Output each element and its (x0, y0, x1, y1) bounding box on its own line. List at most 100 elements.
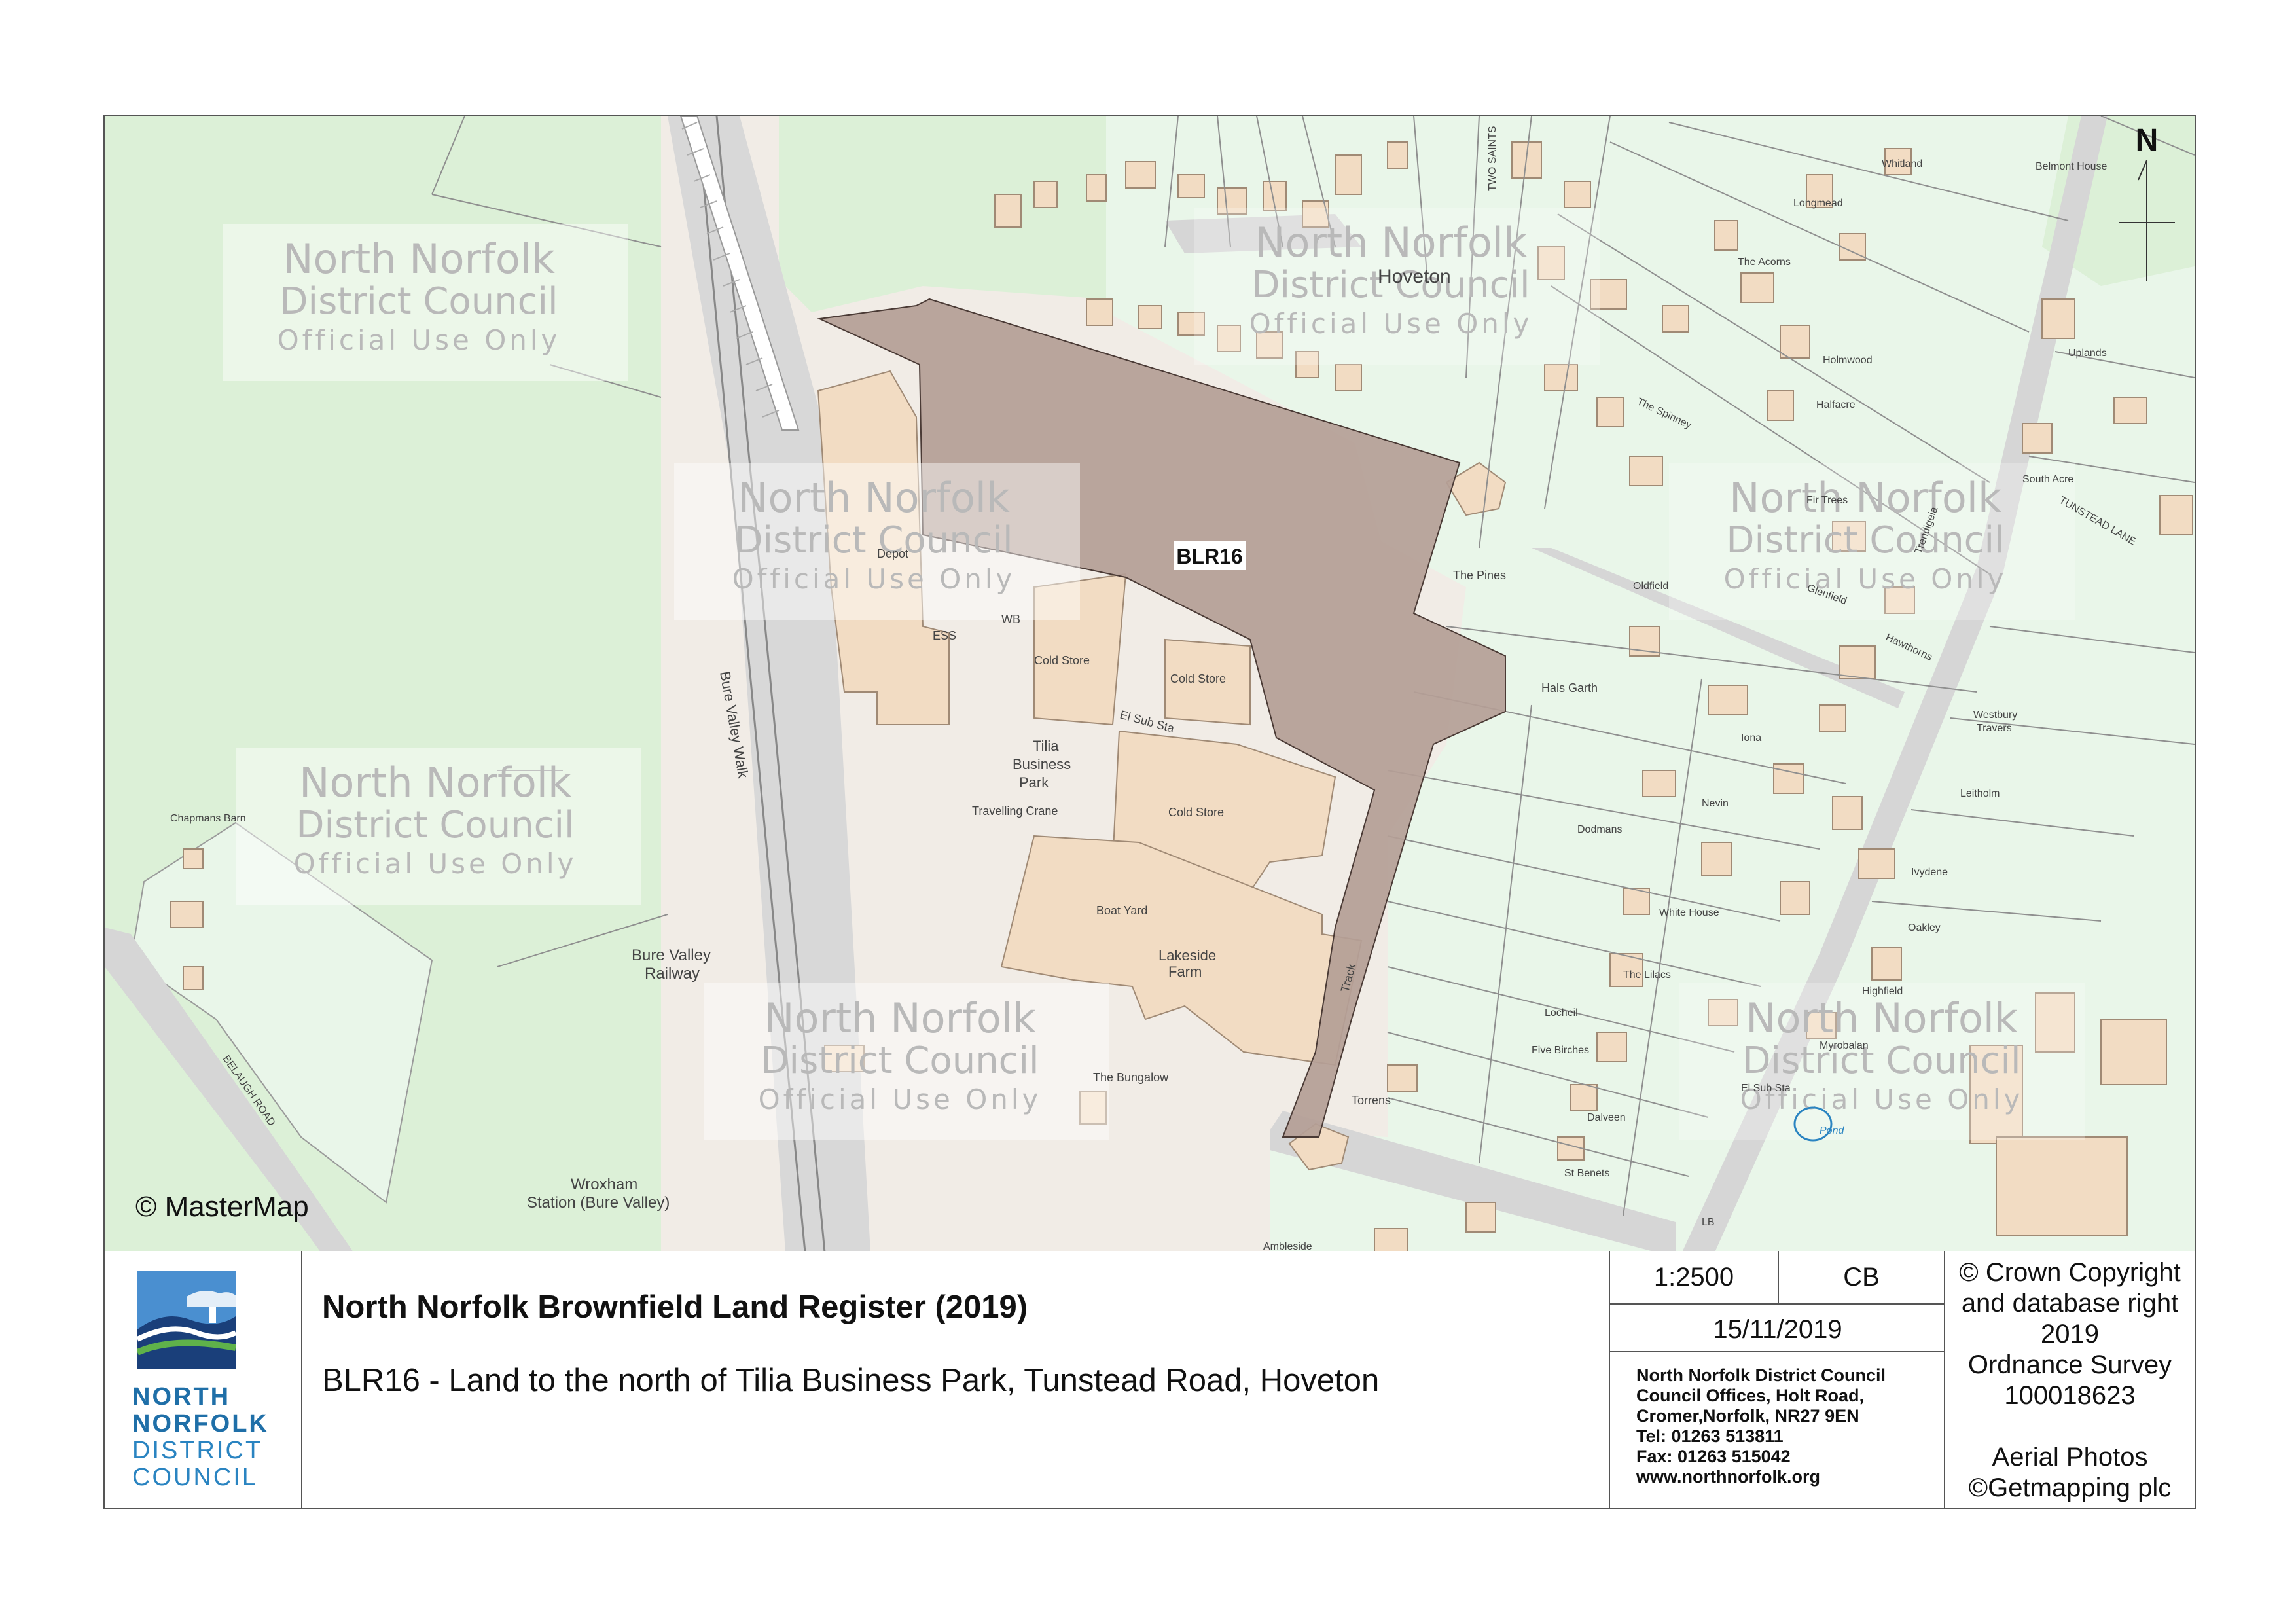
svg-text:District Council: District Council (279, 280, 558, 323)
svg-text:Travers: Travers (1977, 723, 2012, 734)
svg-text:Dodmans: Dodmans (1577, 824, 1622, 835)
svg-text:District Council: District Council (1726, 519, 2004, 562)
svg-text:North Norfolk: North Norfolk (1729, 474, 2001, 522)
svg-text:The Acorns: The Acorns (1738, 257, 1791, 268)
svg-text:Track: Track (1338, 962, 1359, 994)
svg-text:Pond: Pond (1820, 1125, 1844, 1136)
copyright-text: © Crown Copyright and database right 201… (1959, 1258, 2181, 1502)
north-arrow-icon: N (2119, 123, 2175, 281)
svg-text:Oldfield: Oldfield (1633, 581, 1668, 592)
site-label: BLR16 (1176, 545, 1242, 568)
svg-text:North Norfolk: North Norfolk (764, 994, 1036, 1042)
watermark-3: North Norfolk District Council Official … (294, 759, 577, 880)
svg-text:Uplands: Uplands (2068, 348, 2107, 359)
svg-text:Business: Business (1013, 756, 1071, 772)
copyright-cell: © Crown Copyright and database right 201… (1945, 1251, 2195, 1508)
svg-text:Hawthorns: Hawthorns (1884, 632, 1934, 663)
logo-text: NORTH NORFOLK DISTRICT COUNCIL (132, 1383, 269, 1491)
svg-text:El Sub Sta: El Sub Sta (1119, 708, 1176, 736)
svg-text:Railway: Railway (645, 965, 700, 983)
svg-text:District Council: District Council (734, 519, 1013, 562)
svg-text:Official Use Only: Official Use Only (278, 324, 561, 356)
map-frame[interactable]: North Norfolk District Council Official … (103, 115, 2196, 1254)
svg-text:Official Use Only: Official Use Only (732, 563, 1016, 595)
svg-text:N: N (2136, 123, 2159, 158)
svg-text:Wroxham: Wroxham (571, 1176, 637, 1193)
svg-text:WB: WB (1001, 613, 1020, 626)
svg-text:Official Use Only: Official Use Only (759, 1083, 1042, 1115)
svg-text:Iona: Iona (1741, 732, 1761, 744)
svg-text:TUNSTEAD LANE: TUNSTEAD LANE (2057, 495, 2138, 548)
svg-text:The Pines: The Pines (1453, 569, 1506, 582)
map-labels: North Norfolk District Council Official … (170, 126, 2138, 1252)
svg-text:Longmead: Longmead (1793, 198, 1843, 209)
svg-text:Belmont House: Belmont House (2036, 161, 2107, 172)
watermark-2: North Norfolk District Council Official … (732, 474, 1016, 595)
svg-text:North Norfolk: North Norfolk (1255, 219, 1527, 266)
svg-text:Highfield: Highfield (1862, 986, 1903, 997)
svg-text:Cold Store: Cold Store (1168, 806, 1224, 819)
svg-text:El Sub Sta: El Sub Sta (1741, 1083, 1791, 1094)
svg-text:Boat Yard: Boat Yard (1096, 904, 1147, 917)
svg-text:Official Use Only: Official Use Only (1724, 563, 2007, 595)
svg-text:Farm: Farm (1168, 964, 1202, 980)
svg-text:Torrens: Torrens (1352, 1094, 1391, 1107)
svg-text:Ivydene: Ivydene (1911, 867, 1948, 878)
svg-text:North Norfolk: North Norfolk (1746, 994, 2018, 1042)
svg-text:ESS: ESS (933, 629, 956, 642)
svg-text:St Benets: St Benets (1564, 1168, 1609, 1179)
council-address: North Norfolk District Council Council O… (1636, 1365, 1886, 1487)
mastermap-credit: © MasterMap (135, 1191, 309, 1223)
svg-text:Official Use Only: Official Use Only (294, 848, 577, 880)
svg-text:Five Birches: Five Birches (1532, 1045, 1589, 1056)
map-date: 15/11/2019 (1713, 1315, 1842, 1344)
map-sheet: North Norfolk District Council Official … (0, 0, 2296, 1624)
svg-text:North Norfolk: North Norfolk (299, 759, 571, 806)
logo-cell: NORTH NORFOLK DISTRICT COUNCIL (105, 1251, 302, 1508)
svg-text:Hals Garth: Hals Garth (1541, 681, 1598, 695)
svg-text:Westbury: Westbury (1973, 710, 2017, 721)
svg-text:The Bungalow: The Bungalow (1093, 1071, 1169, 1084)
watermark-1: North Norfolk District Council Official … (278, 235, 561, 356)
watermark-6: North Norfolk District Council Official … (1724, 474, 2007, 595)
author-initials: CB (1843, 1263, 1880, 1291)
svg-text:Halfacre: Halfacre (1816, 399, 1856, 410)
svg-text:The Spinney: The Spinney (1635, 396, 1693, 431)
svg-text:Depot: Depot (877, 547, 908, 560)
scale-value: 1:2500 (1653, 1263, 1734, 1291)
svg-text:TWO SAINTS: TWO SAINTS (1487, 126, 1498, 191)
svg-text:Oakley: Oakley (1908, 922, 1941, 933)
svg-text:Hoveton: Hoveton (1378, 266, 1451, 287)
svg-text:Lakeside: Lakeside (1158, 947, 1216, 964)
svg-text:Fir Trees: Fir Trees (1806, 495, 1848, 506)
svg-text:Chapmans Barn: Chapmans Barn (170, 813, 246, 824)
document-subtitle: BLR16 - Land to the north of Tilia Busin… (322, 1363, 1380, 1398)
svg-text:LB: LB (1702, 1217, 1715, 1228)
svg-text:North Norfolk: North Norfolk (283, 235, 555, 283)
north-arrow: N (2111, 121, 2176, 295)
svg-text:Travelling Crane: Travelling Crane (972, 804, 1058, 818)
svg-text:Nevin: Nevin (1702, 798, 1729, 809)
svg-text:Whitland: Whitland (1882, 158, 1922, 170)
watermark-4: North Norfolk District Council Official … (759, 994, 1042, 1115)
svg-text:Locheil: Locheil (1545, 1007, 1578, 1019)
svg-text:The Lilacs: The Lilacs (1623, 969, 1671, 981)
svg-text:District Council: District Council (296, 804, 574, 846)
watermark-7: North Norfolk District Council Official … (1740, 994, 2021, 1115)
svg-text:District Council: District Council (1742, 1039, 2020, 1082)
svg-text:Tilia: Tilia (1033, 738, 1059, 754)
svg-text:Cold Store: Cold Store (1034, 654, 1090, 667)
svg-text:Dalveen: Dalveen (1587, 1112, 1626, 1123)
svg-text:South Acre: South Acre (2022, 474, 2073, 485)
title-cell: North Norfolk Brownfield Land Register (… (302, 1251, 1610, 1508)
svg-text:Holmwood: Holmwood (1823, 355, 1873, 366)
svg-text:Official Use Only: Official Use Only (1249, 308, 1533, 340)
svg-text:Leitholm: Leitholm (1960, 788, 2000, 799)
svg-text:Cold Store: Cold Store (1170, 672, 1226, 685)
svg-text:Park: Park (1019, 774, 1049, 791)
svg-text:District Council: District Council (761, 1039, 1039, 1082)
svg-text:BELAUGH ROAD: BELAUGH ROAD (221, 1054, 278, 1128)
svg-text:Bure Valley: Bure Valley (632, 947, 711, 964)
council-logo-icon (137, 1271, 236, 1369)
svg-text:Station (Bure Valley): Station (Bure Valley) (527, 1194, 670, 1212)
